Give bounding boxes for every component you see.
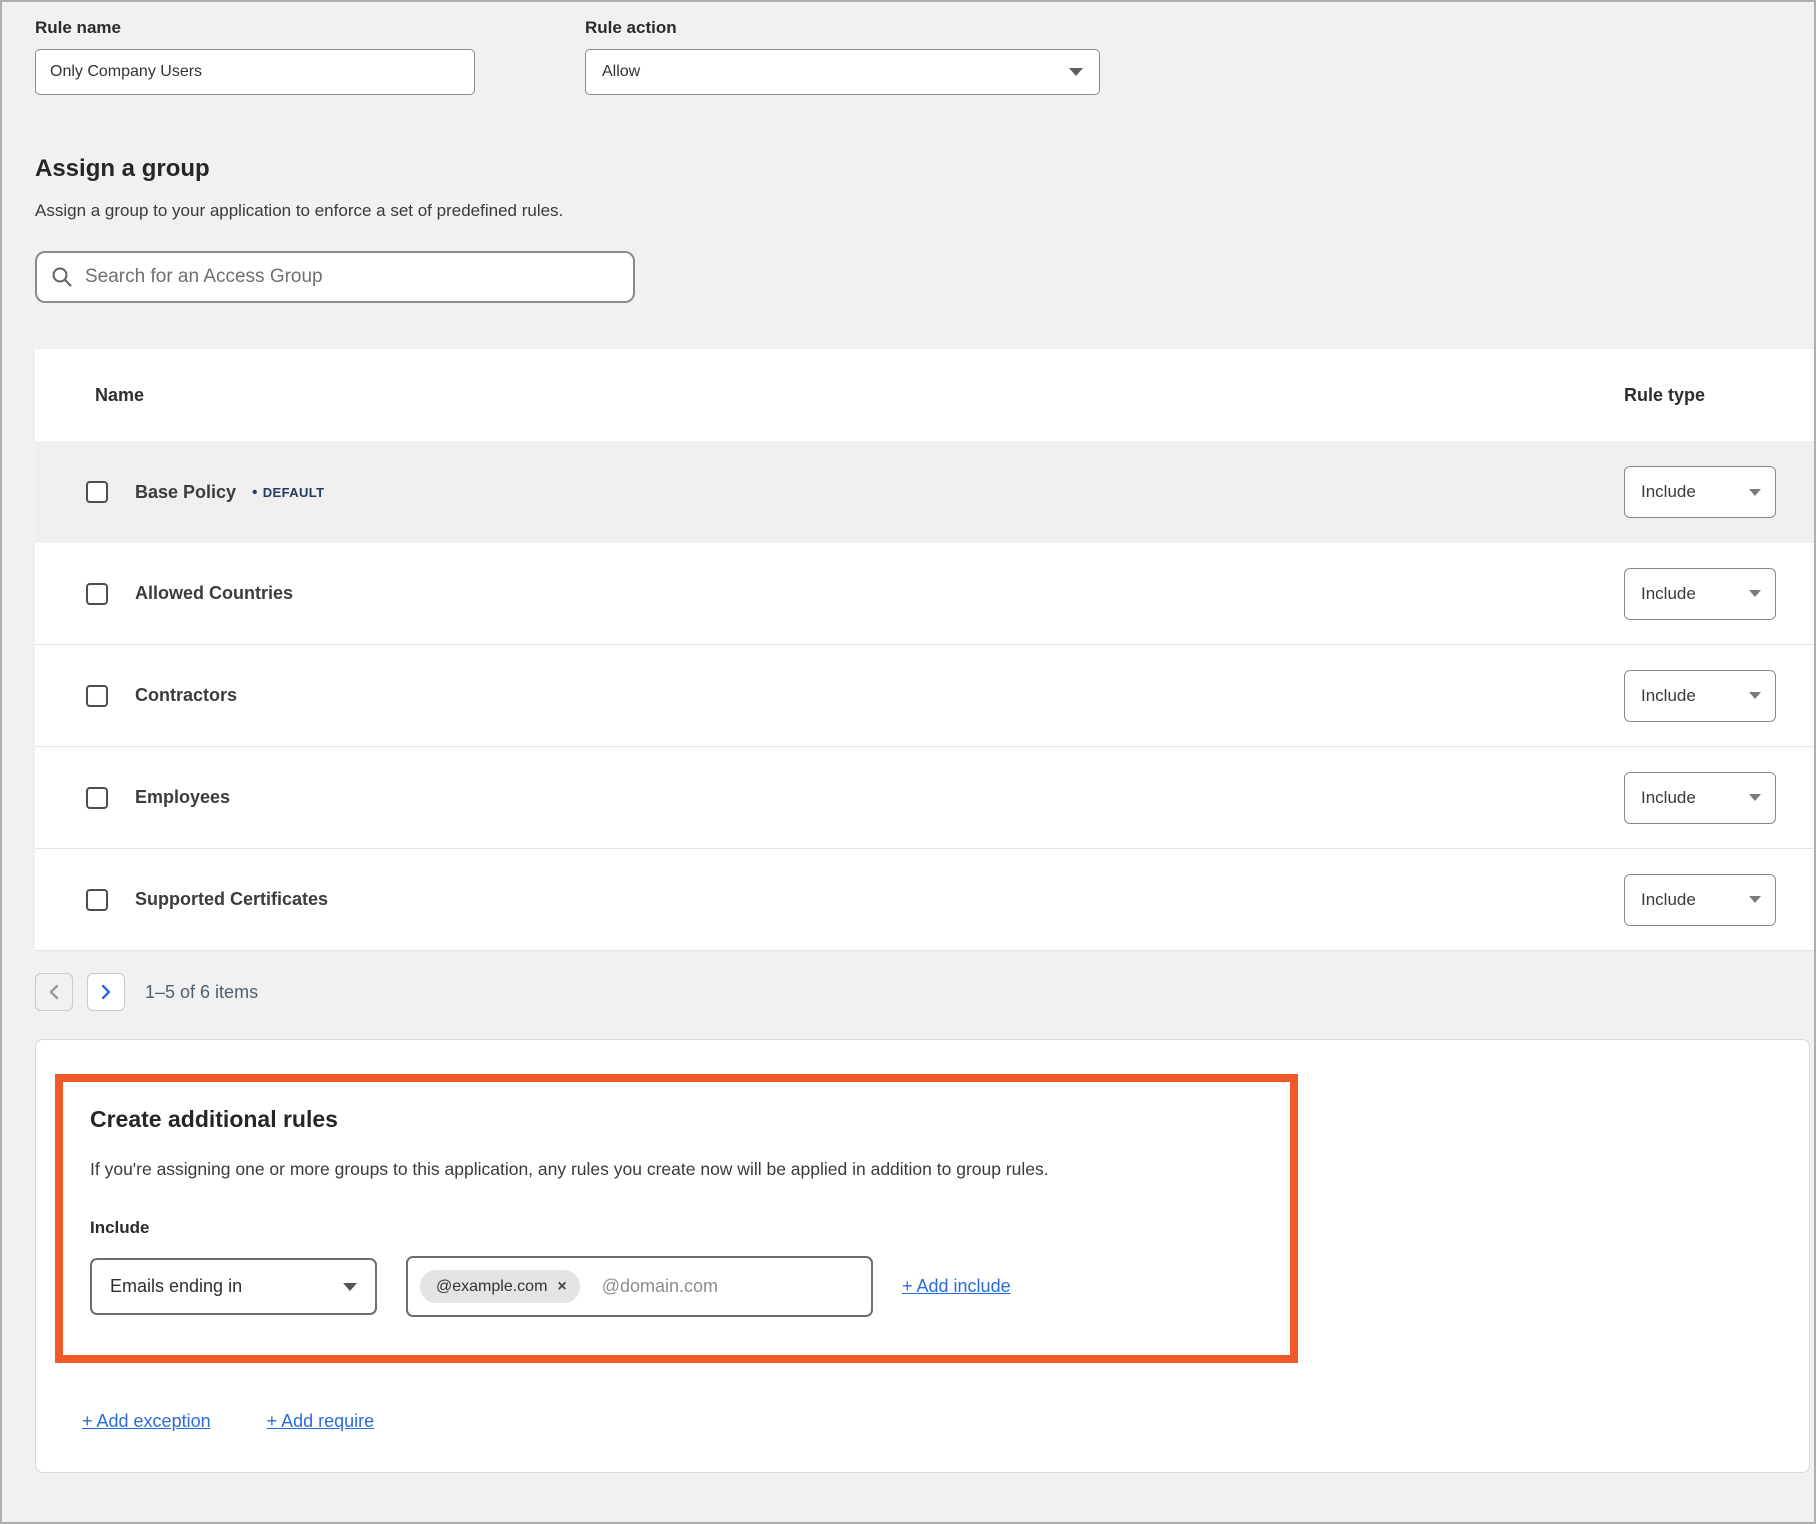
row-name-cell: Allowed Countries xyxy=(35,583,1624,605)
search-input[interactable] xyxy=(85,266,619,288)
chevron-down-icon xyxy=(1749,896,1761,903)
access-group-search[interactable] xyxy=(35,251,635,303)
rule-type-select[interactable]: Include xyxy=(1624,466,1776,518)
default-badge: • DEFAULT xyxy=(252,484,324,501)
row-name-cell: Contractors xyxy=(35,685,1624,707)
table-row: Allowed Countries Include xyxy=(35,543,1814,645)
row-name-cell: Employees xyxy=(35,787,1624,809)
remove-tag-icon[interactable]: × xyxy=(557,1278,566,1296)
assign-group-heading: Assign a group xyxy=(35,155,1814,183)
include-label: Include xyxy=(90,1218,1260,1238)
include-rule-controls: Emails ending in @example.com × + Add in… xyxy=(90,1256,1260,1317)
row-checkbox[interactable] xyxy=(86,889,108,911)
table-row: Contractors Include xyxy=(35,645,1814,747)
column-header-rule-type: Rule type xyxy=(1624,385,1814,406)
rule-name-label: Rule name xyxy=(35,18,475,38)
additional-rules-card: Create additional rules If you're assign… xyxy=(35,1039,1810,1473)
row-checkbox[interactable] xyxy=(86,685,108,707)
search-icon xyxy=(51,266,73,288)
row-checkbox[interactable] xyxy=(86,583,108,605)
group-name: Supported Certificates xyxy=(135,889,328,910)
group-name: Contractors xyxy=(135,685,237,706)
rule-type-value: Include xyxy=(1641,788,1696,808)
chevron-right-icon xyxy=(100,983,112,1001)
highlight-outline: Create additional rules If you're assign… xyxy=(55,1074,1298,1363)
column-header-name: Name xyxy=(35,385,1624,406)
table-header-row: Name Rule type xyxy=(35,349,1814,441)
rule-action-field-group: Rule action Allow xyxy=(585,18,1100,95)
rule-type-value: Include xyxy=(1641,482,1696,502)
rule-action-label: Rule action xyxy=(585,18,1100,38)
rule-links-row: + Add exception + Add require xyxy=(82,1411,1809,1432)
rule-type-select[interactable]: Include xyxy=(1624,670,1776,722)
condition-select[interactable]: Emails ending in xyxy=(90,1258,377,1315)
row-checkbox[interactable] xyxy=(86,787,108,809)
chevron-down-icon xyxy=(1749,692,1761,699)
default-badge-label: DEFAULT xyxy=(263,485,325,500)
row-name-cell: Base Policy • DEFAULT xyxy=(35,481,1624,503)
assign-group-description: Assign a group to your application to en… xyxy=(35,201,1814,221)
chevron-down-icon xyxy=(1749,590,1761,597)
row-rule-type-cell: Include xyxy=(1624,874,1814,926)
rule-editor-page: Rule name Rule action Allow Assign a gro… xyxy=(2,2,1814,1473)
rule-action-value: Allow xyxy=(602,63,640,81)
rule-type-value: Include xyxy=(1641,686,1696,706)
domain-tag-label: @example.com xyxy=(436,1278,547,1296)
rule-form: Rule name Rule action Allow xyxy=(35,18,1814,95)
group-name: Base Policy xyxy=(135,482,236,503)
rule-type-value: Include xyxy=(1641,584,1696,604)
additional-rules-heading: Create additional rules xyxy=(90,1106,1260,1133)
additional-rules-description: If you're assigning one or more groups t… xyxy=(90,1159,1260,1180)
pagination-caption: 1–5 of 6 items xyxy=(145,982,258,1003)
domain-tag: @example.com × xyxy=(420,1270,580,1303)
table-row: Base Policy • DEFAULT Include xyxy=(35,441,1814,543)
chevron-down-icon xyxy=(1069,68,1083,76)
rule-action-select[interactable]: Allow xyxy=(585,49,1100,95)
domain-tag-input[interactable]: @example.com × xyxy=(406,1256,873,1317)
row-checkbox[interactable] xyxy=(86,481,108,503)
chevron-down-icon xyxy=(343,1283,357,1291)
domain-input[interactable] xyxy=(602,1276,859,1297)
rule-type-select[interactable]: Include xyxy=(1624,772,1776,824)
table-row: Supported Certificates Include xyxy=(35,849,1814,951)
row-rule-type-cell: Include xyxy=(1624,466,1814,518)
row-rule-type-cell: Include xyxy=(1624,670,1814,722)
rule-type-value: Include xyxy=(1641,890,1696,910)
add-require-link[interactable]: + Add require xyxy=(267,1411,375,1432)
group-name: Allowed Countries xyxy=(135,583,293,604)
rule-name-input[interactable] xyxy=(35,49,475,95)
bullet-icon: • xyxy=(252,484,258,501)
group-name: Employees xyxy=(135,787,230,808)
chevron-left-icon xyxy=(48,983,60,1001)
condition-value: Emails ending in xyxy=(110,1276,242,1297)
add-include-link[interactable]: + Add include xyxy=(902,1276,1011,1297)
rule-type-select[interactable]: Include xyxy=(1624,874,1776,926)
add-exception-link[interactable]: + Add exception xyxy=(82,1411,211,1432)
chevron-down-icon xyxy=(1749,489,1761,496)
access-group-table: Name Rule type Base Policy • DEFAULT Incl… xyxy=(35,349,1814,951)
row-name-cell: Supported Certificates xyxy=(35,889,1624,911)
row-rule-type-cell: Include xyxy=(1624,568,1814,620)
table-row: Employees Include xyxy=(35,747,1814,849)
rule-name-field-group: Rule name xyxy=(35,18,475,95)
previous-page-button[interactable] xyxy=(35,973,73,1011)
chevron-down-icon xyxy=(1749,794,1761,801)
row-rule-type-cell: Include xyxy=(1624,772,1814,824)
rule-type-select[interactable]: Include xyxy=(1624,568,1776,620)
pagination: 1–5 of 6 items xyxy=(35,973,1814,1011)
next-page-button[interactable] xyxy=(87,973,125,1011)
